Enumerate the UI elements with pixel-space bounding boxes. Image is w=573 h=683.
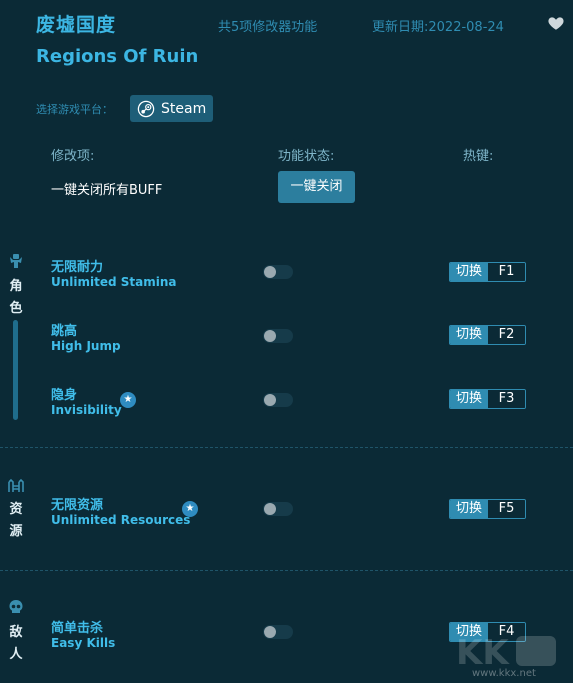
watermark-url: www.kkx.net (472, 668, 536, 679)
row-name-en: Easy Kills (51, 636, 116, 650)
column-header-hotkey: 热键: (463, 149, 494, 164)
platform-label: 选择游戏平台： (36, 103, 113, 116)
close-all-button[interactable]: 一键关闭 (278, 171, 355, 203)
invisibility-toggle[interactable] (263, 393, 293, 407)
update-date: 更新日期:2022-08-24 (372, 20, 504, 35)
category-char: 人 (9, 647, 23, 662)
hotkey-switch-label: 切换 (450, 263, 488, 281)
category-char: 敌 (9, 625, 23, 640)
category-label-character: 角 色 (9, 276, 23, 320)
hotkey-switch-label: 切换 (450, 390, 488, 408)
unlimited-stamina-toggle[interactable] (263, 265, 293, 279)
high-jump-toggle[interactable] (263, 329, 293, 343)
row-name-en: Unlimited Stamina (51, 275, 177, 289)
hotkey-key: F2 (488, 326, 525, 344)
steam-label: Steam (161, 100, 207, 117)
hotkey-switch-label: 切换 (450, 326, 488, 344)
row-name-cn: 无限资源 (51, 498, 104, 513)
row-name-en: Unlimited Resources (51, 513, 191, 527)
section-divider (0, 570, 573, 571)
game-title-cn: 废墟国度 (36, 14, 117, 36)
unlimited-resources-hotkey[interactable]: 切换 F5 (449, 499, 526, 519)
section-divider (0, 447, 573, 448)
category-char: 色 (9, 301, 23, 316)
easy-kills-toggle[interactable] (263, 625, 293, 639)
category-char: 角 (9, 279, 23, 294)
unlimited-stamina-hotkey[interactable]: 切换 F1 (449, 262, 526, 282)
steam-icon (137, 100, 155, 117)
svg-text:KK: KK (456, 633, 510, 673)
row-name-cn: 简单击杀 (51, 621, 104, 636)
category-label-resources: 资 源 (9, 499, 23, 543)
resources-icon (8, 478, 24, 492)
hotkey-key: F3 (488, 390, 525, 408)
invisibility-hotkey[interactable]: 切换 F3 (449, 389, 526, 409)
unlimited-resources-toggle[interactable] (263, 502, 293, 516)
row-name-cn: 跳高 (51, 324, 78, 339)
hotkey-key: F1 (488, 263, 525, 281)
high-jump-hotkey[interactable]: 切换 F2 (449, 325, 526, 345)
game-title-en: Regions Of Ruin (36, 46, 199, 67)
star-badge-icon: ★ (182, 501, 198, 517)
column-header-modifier: 修改项: (51, 149, 95, 164)
hotkey-switch-label: 切换 (450, 500, 488, 518)
category-scroll-indicator (13, 320, 18, 420)
close-all-buff-label: 一键关闭所有BUFF (51, 183, 163, 198)
steam-platform-button[interactable]: Steam (130, 95, 213, 122)
star-badge-icon: ★ (120, 392, 136, 408)
category-char: 源 (9, 524, 23, 539)
category-label-enemies: 敌 人 (9, 622, 23, 666)
row-name-cn: 隐身 (51, 388, 78, 403)
heart-icon[interactable] (547, 14, 565, 32)
features-count: 共5项修改器功能 (218, 20, 318, 35)
row-name-en: High Jump (51, 339, 121, 353)
row-name-cn: 无限耐力 (51, 260, 104, 275)
character-icon (10, 254, 22, 268)
category-char: 资 (9, 502, 23, 517)
row-name-en: Invisibility (51, 403, 122, 417)
hotkey-key: F5 (488, 500, 525, 518)
skull-icon (9, 600, 23, 613)
column-header-status: 功能状态: (278, 149, 335, 164)
